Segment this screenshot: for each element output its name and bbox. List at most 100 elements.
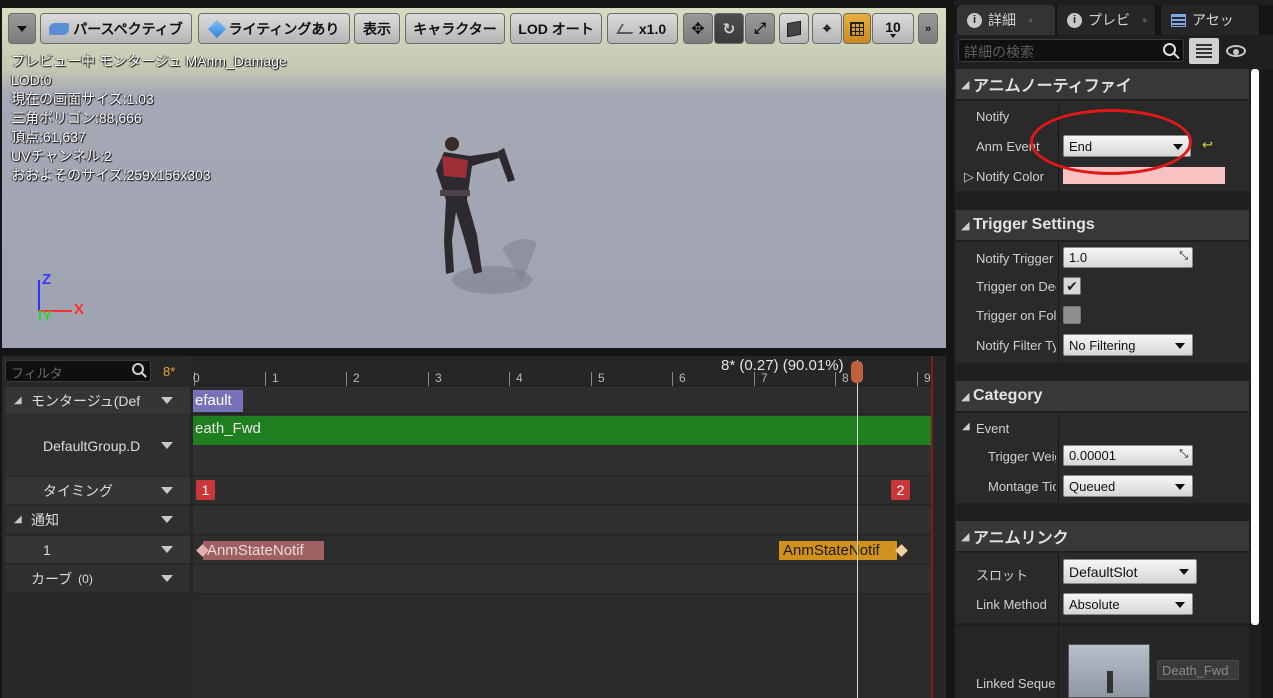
linked-sequence-label: Linked Sequer — [976, 676, 1056, 691]
character-button[interactable]: キャラクター — [405, 13, 505, 44]
y-axis-label: Y — [42, 308, 53, 325]
chevron-down-icon[interactable] — [161, 487, 173, 494]
panel-scrollbar[interactable] — [1251, 69, 1259, 625]
trigger-on-fol-checkbox[interactable] — [1063, 306, 1081, 324]
section-trigger-settings[interactable]: ◢ Trigger Settings — [956, 210, 1249, 240]
column-divider[interactable] — [1058, 626, 1059, 698]
scale-mode-button[interactable]: ⤢ — [745, 13, 775, 44]
chevron-down-icon[interactable] — [161, 546, 173, 553]
track-timing[interactable]: タイミング — [5, 477, 190, 504]
panel-gutter — [1261, 69, 1273, 698]
montage-tick-label: Montage Tic — [988, 479, 1056, 494]
anim-segment[interactable]: eath_Fwd — [193, 416, 933, 445]
playhead-line[interactable] — [857, 360, 858, 698]
montage-timeline: フィルタ 8* ◢ モンタージュ(Def DefaultGroup.D タイミン… — [2, 356, 946, 698]
trigger-settings-rows: Notify Trigger 1.0 ⤡ Trigger on Ded ✔ Tr… — [956, 242, 1249, 363]
perspective-label: パースペクティブ — [73, 20, 183, 37]
track-filter-input[interactable]: フィルタ — [5, 360, 151, 382]
link-method-dropdown[interactable]: Absolute — [1063, 593, 1193, 615]
chevron-down-icon[interactable] — [161, 516, 173, 523]
playhead-readout: 8* (0.27) (90.01%) — [721, 357, 844, 374]
montage-tick-dropdown[interactable]: Queued — [1063, 475, 1193, 497]
viewport-stats: プレビュー中 モンタージュ MAnm_Damage LOD:0 現在の画面サイズ… — [11, 52, 287, 185]
branch-marker-2[interactable]: 2 — [891, 480, 910, 500]
section-anim-notify[interactable]: ◢ アニムノーティファイ — [956, 69, 1249, 99]
track-default-group-label: DefaultGroup.D — [43, 437, 141, 454]
sequence-thumbnail[interactable] — [1068, 644, 1150, 698]
expand-triangle-icon[interactable]: ▷ — [964, 169, 974, 185]
translate-mode-button[interactable]: ✥ — [683, 13, 713, 44]
tab-close-icon[interactable]: ● — [1142, 15, 1147, 25]
ruler-label: 5 — [598, 371, 605, 385]
notify-state-right[interactable]: AnmStateNotif — [779, 541, 897, 560]
show-button[interactable]: 表示 — [354, 13, 400, 44]
linked-sequence-dropdown[interactable]: Death_Fwd — [1157, 660, 1239, 680]
column-divider[interactable] — [1058, 553, 1059, 623]
branch-marker-1[interactable]: 1 — [196, 480, 215, 500]
tab-close-icon[interactable]: ● — [1028, 15, 1033, 25]
x-axis-label: X — [74, 301, 85, 318]
notify-trigger-value: 1.0 — [1069, 250, 1088, 265]
reset-to-default-icon[interactable]: ↩ — [1202, 137, 1213, 153]
track-montage[interactable]: ◢ モンタージュ(Def — [5, 387, 190, 414]
coordinate-space-button[interactable] — [779, 13, 809, 44]
collapse-triangle-icon: ◢ — [961, 390, 970, 403]
column-divider[interactable] — [1058, 413, 1059, 503]
property-matrix-button[interactable] — [1189, 38, 1219, 64]
chevron-down-icon[interactable] — [161, 442, 173, 449]
view-options-button[interactable] — [1224, 42, 1252, 60]
chevron-down-icon — [1179, 569, 1189, 575]
grid-size-dropdown[interactable]: 10 — [872, 13, 914, 44]
more-options-button[interactable]: » — [918, 13, 938, 44]
preview-viewport[interactable]: パースペクティブ ライティングあり 表示 キャラクター LOD オート x1.0… — [2, 8, 946, 348]
rotate-icon: ↻ — [722, 20, 736, 38]
playback-speed-button[interactable]: x1.0 — [607, 13, 678, 44]
details-panel: i 詳細 ● i プレビ ● アセッ 詳細の検索 ◢ アニムノーティファイ No… — [954, 0, 1273, 698]
link-method-value: Absolute — [1069, 596, 1120, 612]
track-curves[interactable]: カーブ (0) — [5, 565, 190, 592]
viewport-menu-button[interactable] — [8, 13, 36, 44]
notify-lane — [193, 506, 933, 535]
chevron-down-icon[interactable] — [161, 397, 173, 404]
trigger-on-ded-checkbox[interactable]: ✔ — [1063, 277, 1081, 295]
time-ruler[interactable]: 0 1 2 3 4 5 6 7 8 9 8* (0.27) (90.01%) — [193, 356, 933, 386]
notify-filter-dropdown[interactable]: No Filtering — [1063, 334, 1193, 356]
stat-line: 現在の画面サイズ:1.03 — [11, 91, 154, 107]
section-category[interactable]: ◢ Category — [956, 381, 1249, 411]
track-notify[interactable]: ◢ 通知 — [5, 506, 190, 533]
ruler-tick — [835, 372, 836, 386]
grid-snap-toggle[interactable] — [843, 13, 871, 44]
chevron-down-icon[interactable] — [161, 575, 173, 582]
perspective-button[interactable]: パースペクティブ — [40, 13, 192, 44]
details-search-input[interactable]: 詳細の検索 — [958, 39, 1184, 62]
notify-filter-label: Notify Filter Ty — [976, 338, 1056, 353]
tab-preview[interactable]: i プレビ ● — [1057, 5, 1155, 35]
camera-icon — [49, 22, 70, 35]
tab-asset[interactable]: アセッ — [1161, 5, 1259, 35]
notify-trigger-input[interactable]: 1.0 ⤡ — [1063, 247, 1193, 268]
section-anim-link[interactable]: ◢ アニムリンク — [956, 521, 1249, 551]
collapse-triangle-icon[interactable]: ◢ — [962, 421, 970, 432]
lighting-button[interactable]: ライティングあり — [198, 13, 350, 44]
notify-state-left[interactable]: AnmStateNotif — [203, 541, 324, 560]
surface-snap-button[interactable]: ⌖ — [812, 13, 842, 44]
info-icon: i — [967, 12, 982, 28]
character-label: キャラクター — [413, 20, 497, 37]
lod-button[interactable]: LOD オート — [510, 13, 602, 44]
track-curves-count: (0) — [78, 571, 93, 586]
timeline-tracks-area[interactable]: 0 1 2 3 4 5 6 7 8 9 8* (0.27) (90.01%) e… — [193, 356, 933, 698]
frame-badge: 8* — [163, 364, 176, 379]
track-default-group[interactable]: DefaultGroup.D — [5, 415, 190, 476]
column-divider[interactable] — [1058, 242, 1059, 363]
curves-lane — [193, 565, 933, 594]
slot-dropdown[interactable]: DefaultSlot — [1063, 559, 1197, 584]
playhead-handle[interactable] — [851, 361, 863, 383]
track-notify-1[interactable]: 1 — [5, 536, 190, 563]
tab-details[interactable]: i 詳細 ● — [957, 5, 1055, 35]
section-block[interactable]: efault — [193, 390, 243, 412]
trigger-weight-input[interactable]: 0.00001 ⤡ — [1063, 445, 1193, 466]
trigger-weight-value: 0.00001 — [1069, 448, 1116, 463]
lod-label: LOD オート — [518, 20, 594, 37]
tab-asset-label: アセッ — [1192, 12, 1234, 28]
rotate-mode-button[interactable]: ↻ — [714, 13, 744, 44]
